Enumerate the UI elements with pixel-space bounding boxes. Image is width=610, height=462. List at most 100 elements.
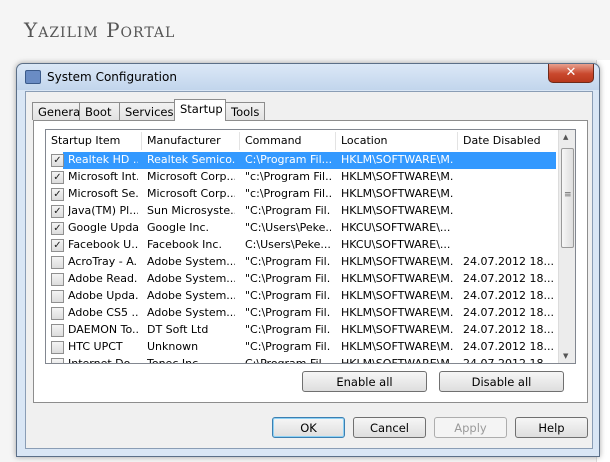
startup-items-list[interactable]: Startup Item Manufacturer Command Locati…	[45, 129, 576, 364]
cell-location: HKLM\SOFTWARE\M...	[341, 289, 453, 302]
cell-item: Internet Do...	[68, 357, 138, 364]
cancel-button[interactable]: Cancel	[353, 417, 426, 438]
cell-manufacturer: Sun Microsyste...	[147, 204, 235, 217]
column-divider[interactable]	[141, 132, 142, 150]
unchecked-checkbox[interactable]	[51, 307, 64, 320]
scroll-up-arrow-icon[interactable]: ▲	[563, 133, 568, 141]
cell-command: "c:\Program Fil...	[245, 187, 331, 200]
cell-command: "C:\Program Fil...	[245, 255, 331, 268]
cell-location: HKLM\SOFTWARE\M...	[341, 272, 453, 285]
tab-startup[interactable]: Startup	[174, 99, 226, 121]
cell-command: "C:\Program Fil...	[245, 272, 331, 285]
title-bar[interactable]: System Configuration ✕	[17, 64, 599, 90]
table-row[interactable]: ✓ Java(TM) Pl... Sun Microsyste... "C:\Prog…	[46, 203, 558, 220]
scroll-down-arrow-icon[interactable]: ▼	[563, 352, 568, 360]
cell-location: HKLM\SOFTWARE\M...	[341, 153, 453, 166]
cell-manufacturer: Google Inc.	[147, 221, 210, 234]
window-title: System Configuration	[47, 70, 177, 84]
cell-command: "C:\Program Fil...	[245, 340, 331, 353]
table-row[interactable]: DAEMON To... DT Soft Ltd "C:\Program Fil..…	[46, 322, 558, 339]
apply-button[interactable]: Apply	[434, 417, 507, 438]
checked-checkbox[interactable]: ✓	[51, 171, 64, 184]
unchecked-checkbox[interactable]	[51, 341, 64, 354]
cell-item: Facebook U...	[68, 238, 138, 251]
dialog-client-area: General Boot Services Startup Tools Star…	[25, 91, 593, 449]
cell-manufacturer: Microsoft Corp...	[147, 187, 235, 200]
cell-date: 24.07.2012 18...	[463, 255, 554, 268]
help-button[interactable]: Help	[515, 417, 588, 438]
tab-tools[interactable]: Tools	[225, 102, 265, 120]
cell-manufacturer: Unknown	[147, 340, 199, 353]
column-header-manufacturer[interactable]: Manufacturer	[147, 134, 221, 147]
vertical-scrollbar[interactable]: ▲ ≡ ▼	[558, 130, 575, 363]
disable-all-button[interactable]: Disable all	[439, 371, 564, 392]
cell-item: Adobe Upda...	[68, 289, 138, 302]
cell-manufacturer: Adobe System...	[147, 289, 235, 302]
table-row[interactable]: ✓ Microsoft Se... Microsoft Corp... "c:\Pro…	[46, 186, 558, 203]
table-row[interactable]: AcroTray - A... Adobe System... "C:\Progra…	[46, 254, 558, 271]
cell-command: "C:\Program Fil...	[245, 204, 331, 217]
checked-checkbox[interactable]: ✓	[51, 188, 64, 201]
unchecked-checkbox[interactable]	[51, 273, 64, 286]
tab-boot[interactable]: Boot	[79, 102, 120, 120]
checked-checkbox[interactable]: ✓	[51, 205, 64, 218]
cell-manufacturer: Adobe System...	[147, 255, 235, 268]
table-row[interactable]: ✓ Google Update Google Inc. "C:\Users\Peke.…	[46, 220, 558, 237]
scrollbar-thumb[interactable]: ≡	[561, 148, 574, 248]
cell-command: "C:\Program Fil...	[245, 289, 331, 302]
grip-icon: ≡	[564, 190, 572, 200]
unchecked-checkbox[interactable]	[51, 324, 64, 337]
cell-manufacturer: Tonec Inc.	[147, 357, 202, 364]
unchecked-checkbox[interactable]	[51, 256, 64, 269]
column-header-date-disabled[interactable]: Date Disabled	[463, 134, 541, 147]
unchecked-checkbox[interactable]	[51, 358, 64, 363]
table-row[interactable]: Adobe CS5 ... Adobe System... "C:\Program …	[46, 305, 558, 322]
tab-services[interactable]: Services	[119, 102, 175, 120]
tab-general[interactable]: General	[32, 102, 83, 120]
column-divider[interactable]	[239, 132, 240, 150]
column-header-startup-item[interactable]: Startup Item	[51, 134, 120, 147]
cell-date: 24.07.2012 18...	[463, 306, 554, 319]
table-row[interactable]: ✓ Microsoft Int... Microsoft Corp... "c:\Pr…	[46, 169, 558, 186]
cell-location: HKLM\SOFTWARE\M...	[341, 306, 453, 319]
cell-item: Microsoft Int...	[68, 170, 138, 183]
enable-all-button[interactable]: Enable all	[302, 371, 427, 392]
ok-button[interactable]: OK	[272, 417, 345, 438]
close-button[interactable]: ✕	[548, 64, 594, 83]
cell-item: Microsoft Se...	[68, 187, 138, 200]
cell-manufacturer: DT Soft Ltd	[147, 323, 209, 336]
column-header-command[interactable]: Command	[245, 134, 302, 147]
table-row[interactable]: Adobe Upda... Adobe System... "C:\Program …	[46, 288, 558, 305]
cell-item: DAEMON To...	[68, 323, 138, 336]
cell-location: HKLM\SOFTWARE\M...	[341, 323, 453, 336]
cell-item: Google Update	[68, 221, 138, 234]
cell-item: AcroTray - A...	[68, 255, 138, 268]
checked-checkbox[interactable]: ✓	[51, 154, 64, 167]
column-header-location[interactable]: Location	[341, 134, 388, 147]
cell-manufacturer: Realtek Semico...	[147, 153, 235, 166]
table-row[interactable]: Adobe Read... Adobe System... "C:\Program …	[46, 271, 558, 288]
cell-location: HKLM\SOFTWARE\M...	[341, 255, 453, 268]
site-title: Yazilim Portal	[24, 18, 176, 42]
table-row[interactable]: HTC UPCT Unknown "C:\Program Fil... HKLM\SO…	[46, 339, 558, 356]
table-row[interactable]: ✓ Facebook U... Facebook Inc. C:\Users\Peke…	[46, 237, 558, 254]
checked-checkbox[interactable]: ✓	[51, 222, 64, 235]
cell-location: HKLM\SOFTWARE\M...	[341, 170, 453, 183]
table-row[interactable]: Internet Do... Tonec Inc. C:\Program Fil..…	[46, 356, 558, 364]
cell-location: HKLM\SOFTWARE\M...	[341, 204, 453, 217]
column-divider[interactable]	[335, 132, 336, 150]
checked-checkbox[interactable]: ✓	[51, 239, 64, 252]
cell-command: "C:\Users\Peke...	[245, 221, 331, 234]
column-divider[interactable]	[457, 132, 458, 150]
cell-location: HKCU\SOFTWARE\...	[341, 238, 451, 251]
cell-command: C:\Program Fil...	[245, 357, 331, 364]
unchecked-checkbox[interactable]	[51, 290, 64, 303]
cell-item: Adobe CS5 ...	[68, 306, 138, 319]
cell-location: HKCU\SOFTWARE\...	[341, 221, 451, 234]
cell-manufacturer: Adobe System...	[147, 306, 235, 319]
cell-date: 24.07.2012 18...	[463, 272, 554, 285]
table-row[interactable]: ✓ Realtek HD ... Realtek Semico... C:\Progr…	[46, 152, 558, 169]
cell-location: HKLM\SOFTWARE\M...	[341, 187, 453, 200]
cell-command: "C:\Program Fil...	[245, 306, 331, 319]
cell-item: HTC UPCT	[68, 340, 123, 353]
